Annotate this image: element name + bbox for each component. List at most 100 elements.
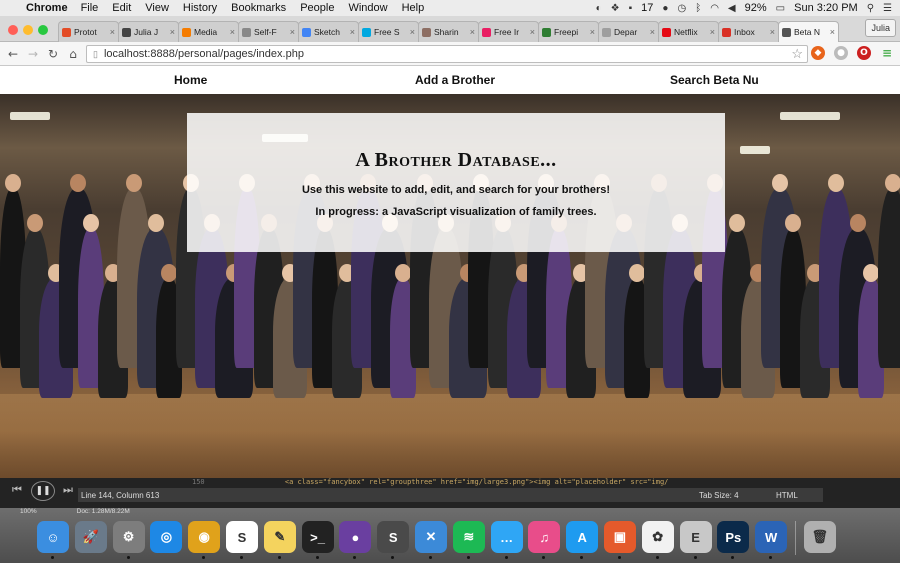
extension-opera-icon[interactable]: O [857, 46, 871, 60]
evernote-status-icon[interactable]: ◐ [596, 3, 602, 14]
tab-close-icon[interactable]: × [410, 27, 415, 37]
tab-title: Beta N [794, 27, 820, 37]
app-menu-chrome[interactable]: Chrome [26, 2, 68, 14]
trash-dock-icon[interactable]: 🗑 [803, 521, 836, 553]
profile-button[interactable]: Julia [865, 19, 896, 37]
launchpad-dock-icon[interactable]: 🚀 [74, 521, 107, 553]
browser-tab[interactable]: Beta N × [778, 21, 839, 42]
tab-close-icon[interactable]: × [770, 27, 775, 37]
pause-button[interactable]: ❚❚ [31, 481, 55, 501]
tab-close-icon[interactable]: × [110, 27, 115, 37]
stickies-dock-icon[interactable]: ✎ [263, 521, 296, 559]
menu-help[interactable]: Help [402, 2, 425, 14]
nav-search-link[interactable]: Search Beta Nu [670, 73, 759, 87]
slack-dock-icon[interactable]: S [225, 521, 258, 559]
tab-close-icon[interactable]: × [590, 27, 595, 37]
bluetooth-icon[interactable]: ᛒ [695, 3, 701, 14]
menu-edit[interactable]: Edit [112, 2, 131, 14]
browser-tab[interactable]: Free S × [358, 21, 419, 42]
editor-tab-size[interactable]: Tab Size: 4 [699, 491, 739, 500]
extension-fox-icon[interactable]: ◆ [811, 46, 825, 60]
finder-dock-icon[interactable]: ☺ [37, 521, 69, 559]
volume-icon[interactable]: ◀ [728, 3, 736, 14]
browser-tab[interactable]: Netflix × [658, 21, 719, 42]
tab-close-icon[interactable]: × [350, 27, 355, 37]
notification-badge-icon[interactable]: ▪ [629, 3, 633, 14]
nav-home-link[interactable]: Home [174, 73, 207, 87]
browser-tab[interactable]: Sharin × [418, 21, 479, 42]
nav-add-brother-link[interactable]: Add a Brother [415, 73, 495, 87]
clock[interactable]: Sun 3:20 PM [794, 2, 858, 14]
zoom-window-button[interactable] [38, 25, 48, 35]
itunes-dock-icon[interactable]: ♫ [528, 521, 561, 559]
tab-close-icon[interactable]: × [710, 27, 715, 37]
intro-title: A Brother Database... [355, 149, 557, 171]
photoshop-dock-icon[interactable]: Ps [717, 521, 750, 559]
browser-tab[interactable]: Free Ir × [478, 21, 539, 42]
browser-tab[interactable]: Sketch × [298, 21, 359, 42]
address-bar[interactable]: ▯ localhost:8888/personal/pages/index.ph… [86, 45, 808, 63]
browser-tab[interactable]: Freepi × [538, 21, 599, 42]
home-button[interactable]: ⌂ [63, 47, 83, 61]
battery-percent[interactable]: 92% [745, 2, 767, 14]
close-window-button[interactable] [8, 25, 18, 35]
evernote-dock-icon[interactable]: E [679, 521, 712, 559]
tab-close-icon[interactable]: × [290, 27, 295, 37]
browser-tab[interactable]: Self-F × [238, 21, 299, 42]
app-store-dock-icon[interactable]: A [566, 521, 599, 559]
menu-window[interactable]: Window [348, 2, 387, 14]
presentation-dock-icon[interactable]: ▣ [603, 521, 636, 559]
tab-close-icon[interactable]: × [650, 27, 655, 37]
minimize-window-button[interactable] [23, 25, 33, 35]
menu-bookmarks[interactable]: Bookmarks [231, 2, 286, 14]
back-button[interactable]: ← [3, 47, 23, 61]
system-preferences-dock-icon[interactable]: ⚙ [112, 521, 145, 559]
tab-close-icon[interactable]: × [230, 27, 235, 37]
bookmark-star-icon[interactable]: ☆ [791, 46, 803, 62]
tab-close-icon[interactable]: × [530, 27, 535, 37]
menu-people[interactable]: People [300, 2, 334, 14]
dropbox-status-icon[interactable]: ❖ [611, 3, 620, 14]
menu-view[interactable]: View [145, 2, 169, 14]
github-dock-icon[interactable]: ● [339, 521, 372, 559]
browser-tab[interactable]: Inbox × [718, 21, 779, 42]
menu-history[interactable]: History [183, 2, 217, 14]
editor-syntax[interactable]: HTML [776, 491, 798, 500]
reload-button[interactable]: ↻ [43, 47, 63, 61]
forward-button[interactable]: → [23, 47, 43, 61]
browser-tab[interactable]: Julia J × [118, 21, 179, 42]
safari-dock-icon[interactable]: ◎ [150, 521, 183, 553]
ceiling-light [10, 112, 50, 120]
xcode-dock-icon[interactable]: ✕ [414, 521, 447, 559]
chrome-menu-icon[interactable]: ≡ [880, 46, 894, 60]
spotlight-search-icon[interactable]: ⚲ [867, 3, 874, 14]
github-status-icon[interactable]: ● [662, 3, 668, 14]
browser-tab[interactable]: Media × [178, 21, 239, 42]
extension-pin-icon[interactable]: ● [834, 46, 848, 60]
browser-tab[interactable]: Depar × [598, 21, 659, 42]
extension-icons: ◆ ● O ≡ [811, 46, 894, 60]
page-info-icon[interactable]: ▯ [93, 49, 98, 60]
wifi-icon[interactable]: ◠ [710, 3, 719, 14]
word-dock-icon[interactable]: W [755, 521, 788, 559]
tab-title: Inbox [734, 27, 755, 37]
tab-close-icon[interactable]: × [170, 27, 175, 37]
photos-dock-icon[interactable]: ✿ [641, 521, 674, 559]
spotify-dock-icon[interactable]: ≋ [452, 521, 485, 559]
person-head [771, 174, 788, 192]
menu-file[interactable]: File [81, 2, 99, 14]
sublime-text-dock-icon[interactable]: S [377, 521, 410, 559]
intro-line-2: In progress: a JavaScript visualization … [315, 206, 597, 218]
timemachine-status-icon[interactable]: ◷ [677, 3, 686, 14]
chrome-dock-icon[interactable]: ◉ [188, 521, 221, 559]
messages-dock-icon[interactable]: … [490, 521, 523, 559]
skip-back-icon[interactable]: ⏮ [12, 483, 22, 497]
page-viewport: Home Add a Brother Search Beta Nu A Brot… [0, 66, 900, 478]
tab-close-icon[interactable]: × [830, 27, 835, 37]
notification-center-icon[interactable]: ☰ [883, 3, 892, 14]
skip-forward-icon[interactable]: ⏭ [63, 483, 73, 497]
tab-close-icon[interactable]: × [470, 27, 475, 37]
terminal-dock-icon[interactable]: >_ [301, 521, 334, 559]
browser-tab[interactable]: Protot × [58, 21, 119, 42]
tab-favicon-icon [542, 27, 551, 37]
